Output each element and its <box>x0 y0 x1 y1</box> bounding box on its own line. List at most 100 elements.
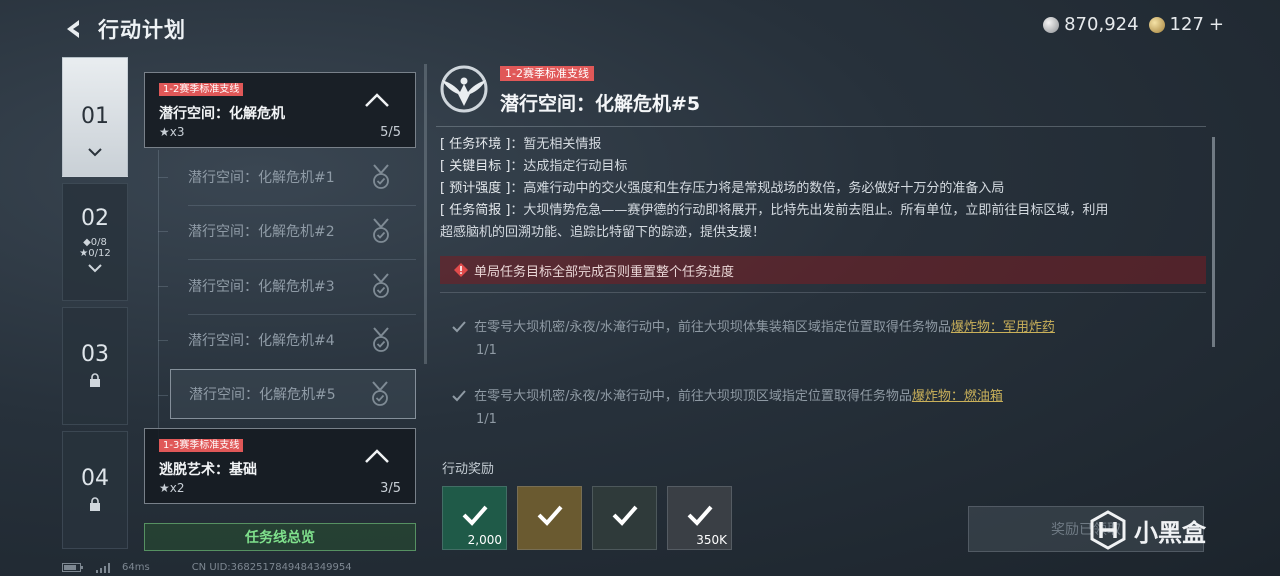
warning-icon <box>454 263 468 277</box>
sub-mission-2[interactable]: 潜行空间：化解危机#2 <box>170 206 416 256</box>
claimed-check-icon <box>687 505 713 526</box>
check-icon <box>452 390 466 402</box>
warning-text: 单局任务目标全部完成否则重置整个任务进度 <box>474 264 735 280</box>
sub-mission-4[interactable]: 潜行空间：化解危机#4 <box>170 315 416 365</box>
chapter-star-count: ★0/12 <box>79 248 111 259</box>
info-value: ：达成指定行动目标 <box>510 159 628 174</box>
signal-icon <box>96 562 110 573</box>
mission-line-overview-button[interactable]: 任务线总览 <box>144 523 416 551</box>
info-value: ：大坝情势危急——赛伊德的行动即将展开，比特先出发前去阻止。所有单位，立即前往目… <box>510 203 1109 218</box>
objective-text: 在零号大坝机密/永夜/水淹行动中，前往大坝坝体集装箱区域指定位置取得任务物品 <box>474 320 951 335</box>
gold-currency[interactable]: 127 + <box>1148 14 1224 35</box>
reward-item-2[interactable] <box>517 486 582 550</box>
gold-amount: 127 <box>1169 14 1204 35</box>
progress-count: 3/5 <box>380 481 401 496</box>
mission-group-title: 潜行空间：化解危机 <box>159 106 285 122</box>
eagle-emblem-icon <box>440 65 488 113</box>
completed-medal-icon <box>373 273 389 298</box>
progress-count: 5/5 <box>380 125 401 140</box>
silver-coin-icon <box>1043 16 1060 33</box>
check-icon <box>452 321 466 333</box>
objective-item-link[interactable]: 爆炸物：军用炸药 <box>951 320 1055 335</box>
reward-count: 2,000 <box>467 533 502 547</box>
watermark: 小黑盒 <box>1088 510 1206 550</box>
completed-medal-icon <box>373 327 389 352</box>
chevron-down-icon <box>88 148 102 157</box>
sub-mission-label: 潜行空间：化解危机#4 <box>188 333 335 349</box>
back-button[interactable]: 行动计划 <box>62 14 186 44</box>
top-bar: 行动计划 870,924 127 + <box>0 0 1280 52</box>
back-arrow-icon <box>67 20 79 38</box>
divider <box>436 126 1206 127</box>
completed-medal-icon <box>373 164 389 189</box>
chapter-04[interactable]: 04 <box>62 431 128 549</box>
completed-medal-icon <box>373 218 389 243</box>
info-key: [ 任务环境 ] <box>440 137 511 152</box>
mission-detail: 1-2赛季标准支线 潜行空间：化解危机#5 [ 任务环境 ]：暂无相关情报 [ … <box>436 62 1216 562</box>
tree-tick <box>158 231 168 232</box>
info-target: [ 关键目标 ]：达成指定行动目标 <box>440 156 1210 178</box>
objective-progress: 1/1 <box>476 343 497 358</box>
chapter-02[interactable]: 02 ◆0/8 ★0/12 <box>62 183 128 301</box>
objective-progress: 1/1 <box>476 412 497 427</box>
chapter-number: 01 <box>81 104 109 129</box>
mission-group-header[interactable]: 1-3赛季标准支线 逃脱艺术：基础 ★x2 3/5 <box>144 428 416 504</box>
reward-count: 350K <box>696 533 727 547</box>
objective-text: 在零号大坝机密/永夜/水淹行动中，前往大坝坝顶区域指定位置取得任务物品 <box>474 389 912 404</box>
silver-amount: 870,924 <box>1064 14 1139 35</box>
info-brief-cont: 超感脑机的回溯功能、追踪比特留下的踪迹，提供支援！ <box>440 225 766 240</box>
chapter-diamond-count: ◆0/8 <box>83 237 107 248</box>
objective-1: 在零号大坝机密/永夜/水淹行动中，前往大坝坝体集装箱区域指定位置取得任务物品爆炸… <box>452 316 1055 358</box>
battery-icon <box>62 563 83 572</box>
completed-medal-icon <box>372 381 388 406</box>
gold-coin-icon <box>1148 16 1165 33</box>
tree-connector <box>158 150 159 440</box>
objective-2: 在零号大坝机密/永夜/水淹行动中，前往大坝坝顶区域指定位置取得任务物品爆炸物：燃… <box>452 385 1003 427</box>
star-count: ★x2 <box>159 481 185 495</box>
chapter-03[interactable]: 03 <box>62 307 128 425</box>
tree-tick <box>158 395 168 396</box>
chevron-up-icon <box>365 93 389 107</box>
detail-scrollbar[interactable] <box>1212 137 1215 347</box>
tree-tick <box>158 177 168 178</box>
claimed-check-icon <box>462 505 488 526</box>
user-uid: CN UID:3682517849484349954 <box>191 562 352 573</box>
mission-group-title: 逃脱艺术：基础 <box>159 462 257 478</box>
info-environment: [ 任务环境 ]：暂无相关情报 <box>440 134 1210 156</box>
reward-item-4[interactable]: 350K <box>667 486 732 550</box>
star-count: ★x3 <box>159 125 185 139</box>
sub-mission-label: 潜行空间：化解危机#5 <box>189 387 336 403</box>
chapter-number: 02 <box>81 206 109 231</box>
reward-list: 2,000 350K <box>442 486 732 550</box>
sub-mission-label: 潜行空间：化解危机#2 <box>188 224 335 240</box>
silver-currency: 870,924 <box>1043 14 1139 35</box>
warning-banner: 单局任务目标全部完成否则重置整个任务进度 <box>440 256 1206 284</box>
rewards-label: 行动奖励 <box>442 462 495 477</box>
sub-mission-label: 潜行空间：化解危机#1 <box>188 170 335 186</box>
claimed-check-icon <box>537 505 563 526</box>
list-scrollbar[interactable] <box>424 64 427 364</box>
mission-list: 1-2赛季标准支线 潜行空间：化解危机 ★x3 5/5 潜行空间：化解危机#1 … <box>144 60 418 515</box>
watermark-text: 小黑盒 <box>1134 518 1206 547</box>
sub-mission-5[interactable]: 潜行空间：化解危机#5 <box>170 369 416 419</box>
divider <box>188 259 416 260</box>
objective-item-link[interactable]: 爆炸物：燃油箱 <box>912 389 1003 404</box>
heybox-logo-icon <box>1090 510 1126 550</box>
sub-mission-3[interactable]: 潜行空间：化解危机#3 <box>170 261 416 311</box>
reward-item-1[interactable]: 2,000 <box>442 486 507 550</box>
mission-info: [ 任务环境 ]：暂无相关情报 [ 关键目标 ]：达成指定行动目标 [ 预计强度… <box>440 134 1210 244</box>
gold-add-button[interactable]: + <box>1209 14 1224 35</box>
info-brief: [ 任务简报 ]：大坝情势危急——赛伊德的行动即将展开，比特先出发前去阻止。所有… <box>440 200 1210 222</box>
lock-icon <box>90 373 100 387</box>
reward-item-3[interactable] <box>592 486 657 550</box>
lock-icon <box>90 497 100 511</box>
season-tag: 1-3赛季标准支线 <box>159 439 244 452</box>
page-title: 行动计划 <box>98 18 186 42</box>
mission-group-header[interactable]: 1-2赛季标准支线 潜行空间：化解危机 ★x3 5/5 <box>144 72 416 148</box>
ping-value: 64ms <box>122 562 150 573</box>
chapter-number: 03 <box>81 342 109 367</box>
chapter-01[interactable]: 01 <box>62 57 128 177</box>
tree-tick <box>158 340 168 341</box>
info-key: [ 预计强度 ] <box>440 181 511 196</box>
sub-mission-1[interactable]: 潜行空间：化解危机#1 <box>170 152 416 202</box>
